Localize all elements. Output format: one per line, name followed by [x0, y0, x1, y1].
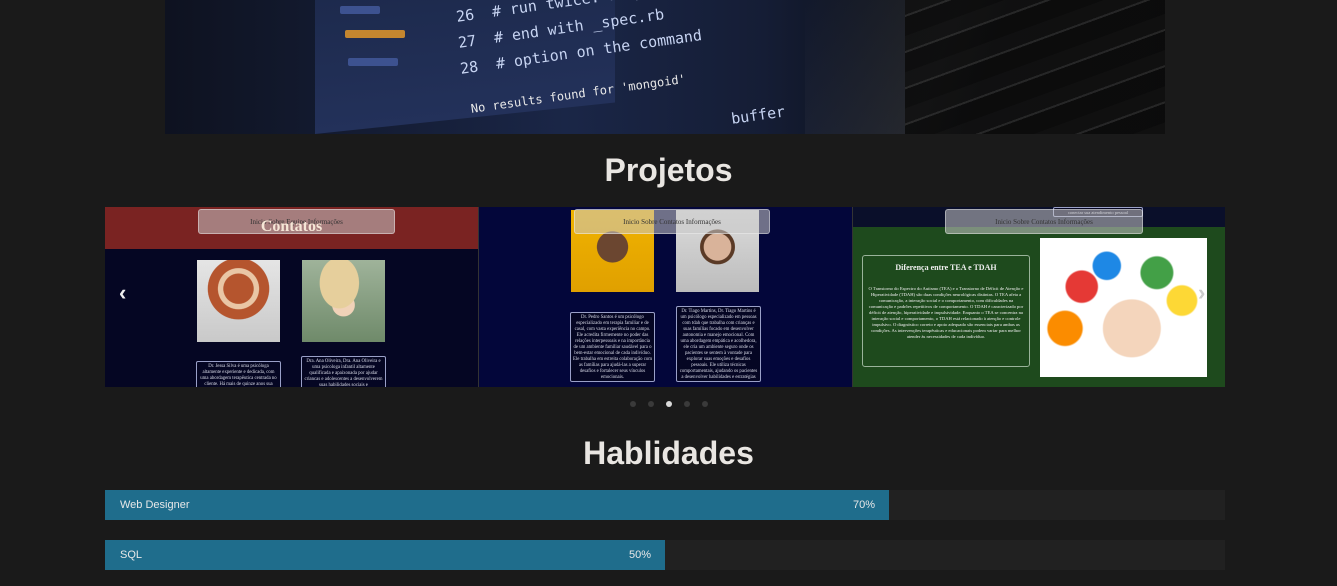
- project-slide-psicologos[interactable]: Inicio Sobre Contatos Informações Dr. Pe…: [478, 207, 852, 387]
- carousel-dot[interactable]: [647, 401, 654, 407]
- hero-code-image: 26 # run twice. 1. _spec.rb. 2... 27 # e…: [165, 0, 1165, 134]
- skill-label: Web Designer: [120, 499, 190, 511]
- carousel-dot-active[interactable]: [665, 401, 672, 407]
- slide-navbar: Inicio Sobre Contatos Informações: [945, 209, 1143, 234]
- project-slide-tea-tdah[interactable]: conectar sua atendimento pessoal Inicio …: [852, 207, 1225, 387]
- skill-bar-web-designer: Web Designer 70%: [105, 490, 1225, 520]
- skill-percent: 70%: [853, 499, 876, 511]
- sidebar-line-highlight: [345, 30, 405, 38]
- info-panel-title: Diferença entre TEA e TDAH: [895, 263, 997, 272]
- info-panel: Diferença entre TEA e TDAH O Transtorno …: [862, 255, 1030, 367]
- psychologist-photo: [197, 260, 280, 342]
- psychologist-photo: [302, 260, 385, 342]
- profile-card-text: Dra. Ana Oliveira, Dra. Ana Oliveira e u…: [301, 356, 386, 387]
- profile-card-text: Dr. Jessa Silva é uma psicóloga altament…: [196, 361, 281, 387]
- skill-bar-fill: [105, 540, 665, 570]
- sidebar-line: [348, 58, 398, 66]
- profile-card-text: Dr. Pedro Santos é um psicólogo especial…: [570, 312, 655, 382]
- buffer-text: buffer: [730, 102, 787, 128]
- slide-navbar: Inicio Sobre Contatos Informações: [574, 209, 770, 234]
- projects-title: Projetos: [604, 152, 733, 188]
- info-panel-text: O Transtorno do Espectro do Autismo (TEA…: [868, 286, 1024, 339]
- carousel-dot[interactable]: [629, 401, 636, 407]
- projects-carousel[interactable]: Inicio Sobre Equipe Informações Contatos…: [105, 207, 1225, 387]
- skill-label: SQL: [120, 549, 143, 561]
- chevron-right-icon[interactable]: ›: [1198, 280, 1205, 306]
- project-slide-contatos[interactable]: Inicio Sobre Equipe Informações Contatos…: [105, 207, 478, 387]
- carousel-dot[interactable]: [701, 401, 708, 407]
- carousel-dot[interactable]: [683, 401, 690, 407]
- skill-bar-sql: SQL 50%: [105, 540, 1225, 570]
- skills-title: Hablidades: [583, 435, 754, 471]
- slide-heading: Contatos: [260, 218, 323, 235]
- skill-percent: 50%: [629, 549, 652, 561]
- child-painted-hands-photo: [1040, 238, 1207, 377]
- profile-card-text: Dr. Tiago Martins, Dr. Tiago Martins é u…: [676, 306, 761, 382]
- skill-bar-fill: [105, 490, 889, 520]
- sidebar-line: [340, 6, 380, 14]
- carousel-indicators: [0, 401, 1337, 407]
- chevron-left-icon[interactable]: ‹: [119, 280, 126, 306]
- keyboard-image: [905, 0, 1165, 134]
